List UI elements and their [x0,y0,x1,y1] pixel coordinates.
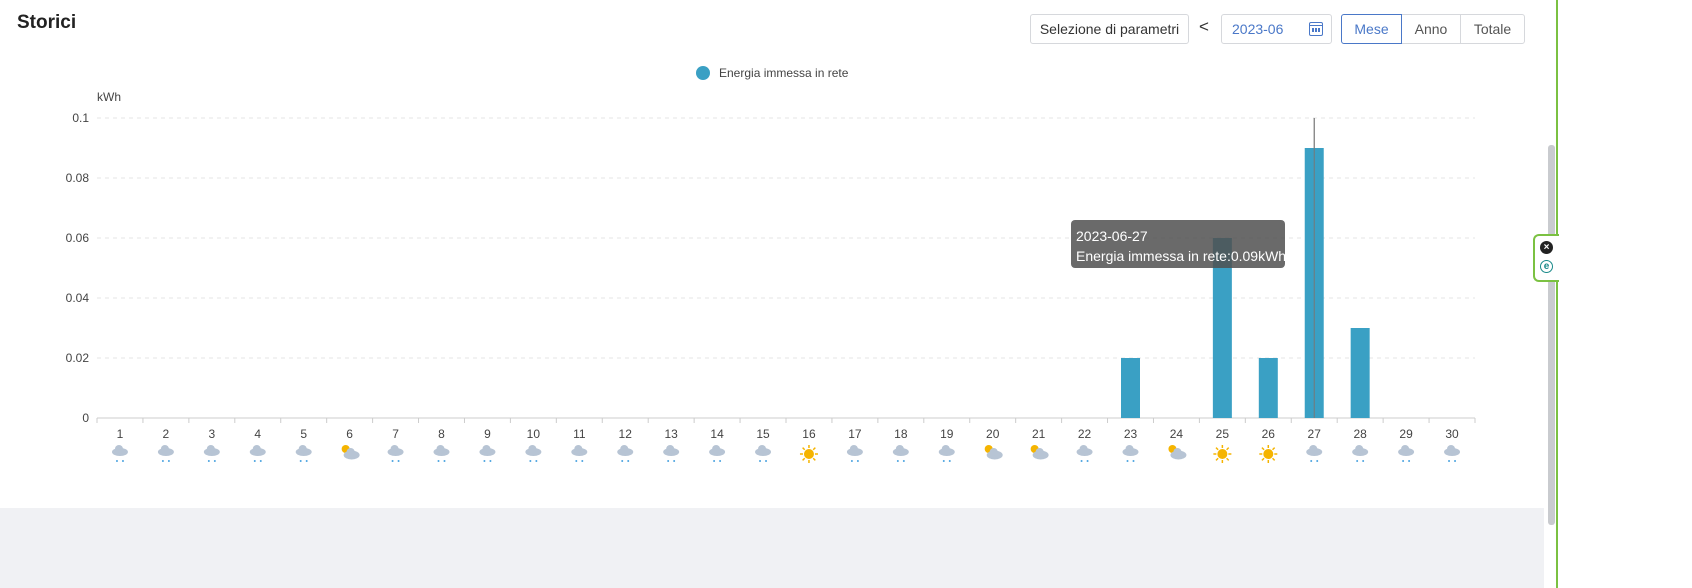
x-tick-label: 1 [117,427,124,441]
snow-icon [755,445,772,462]
x-tick-label: 8 [438,427,445,441]
snow-icon [157,445,174,462]
snow-icon [1122,445,1139,462]
y-axis-ticks: 0 0.02 0.04 0.06 0.08 0.1 [66,111,90,425]
y-tick-label: 0.02 [66,351,90,365]
bar[interactable] [1121,358,1140,418]
close-icon[interactable]: × [1540,241,1553,254]
x-tick-label: 12 [619,427,633,441]
snow-icon [525,445,542,462]
x-tick-label: 16 [802,427,816,441]
y-axis-unit-label: kWh [97,90,121,104]
tab-month[interactable]: Mese [1341,14,1402,44]
snow-icon [571,445,588,462]
snow-icon [938,445,955,462]
x-tick-label: 3 [208,427,215,441]
x-tick-label: 30 [1445,427,1459,441]
bars [1121,118,1370,418]
x-tick-label: 11 [573,427,586,441]
y-tick-label: 0.1 [72,111,89,125]
x-tick-label: 9 [484,427,491,441]
snow-icon [846,445,863,462]
snow-icon [249,445,266,462]
x-tick-label: 5 [300,427,307,441]
snow-icon [892,445,909,462]
snow-icon [663,445,680,462]
snow-icon [1352,445,1369,462]
partly-cloudy-icon [341,445,360,460]
y-tick-label: 0 [82,411,89,425]
snow-icon [111,445,128,462]
scrollbar-thumb[interactable] [1548,145,1555,525]
x-tick-label: 24 [1170,427,1184,441]
x-tick-label: 19 [940,427,954,441]
x-tick-label: 18 [894,427,908,441]
extension-icon[interactable]: e [1540,260,1553,273]
snow-icon [295,445,312,462]
partly-cloudy-icon [1030,445,1049,460]
y-tick-label: 0.06 [66,231,90,245]
side-widget: × e [1533,234,1559,282]
bottom-strip [0,508,1544,588]
snow-icon [1306,445,1323,462]
x-tick-label: 23 [1124,427,1138,441]
x-tick-label: 22 [1078,427,1092,441]
tooltip-value: Energia immessa in rete:0.09kWh [1076,248,1287,264]
snow-icon [617,445,634,462]
x-tick-label: 20 [986,427,1000,441]
snow-icon [203,445,220,462]
sunny-icon [799,445,818,463]
snow-icon [1398,445,1415,462]
snow-icon [433,445,450,462]
energy-bar-chart: kWh 00.020.040.060.080.1 1 2 3 4 5 6 7 8 9 10 11 12… [66,90,1476,463]
chart-tooltip: 2023-06-27 Energia immessa in rete:0.09k… [1071,220,1287,268]
x-tick-label: 2 [163,427,170,441]
x-tick-label: 26 [1262,427,1276,441]
x-tick-label: 14 [710,427,724,441]
x-tick-label: 4 [254,427,261,441]
snow-icon [709,445,726,462]
x-tick-label: 10 [527,427,541,441]
x-tick-label: 17 [848,427,862,441]
bar[interactable] [1350,328,1370,418]
partly-cloudy-icon [984,445,1003,460]
x-tick-label: 7 [392,427,399,441]
x-tick-label: 21 [1032,427,1046,441]
sunny-icon [1213,445,1232,463]
snow-icon [1076,445,1093,462]
x-tick-label: 27 [1308,427,1322,441]
bar[interactable] [1258,358,1278,418]
side-accent-line [1556,0,1558,588]
x-tick-label: 13 [664,427,678,441]
sunny-icon [1259,445,1278,463]
tooltip-date: 2023-06-27 [1076,228,1148,244]
x-tick-label: 28 [1353,427,1367,441]
snow-icon [479,445,496,462]
snow-icon [1444,445,1461,462]
y-tick-label: 0.08 [66,171,90,185]
x-tick-label: 6 [346,427,353,441]
x-tick-label: 25 [1216,427,1230,441]
partly-cloudy-icon [1168,445,1187,460]
x-tick-label: 15 [756,427,770,441]
x-tick-label: 29 [1399,427,1413,441]
snow-icon [387,445,404,462]
weather-row [111,445,1461,463]
y-tick-label: 0.04 [66,291,90,305]
